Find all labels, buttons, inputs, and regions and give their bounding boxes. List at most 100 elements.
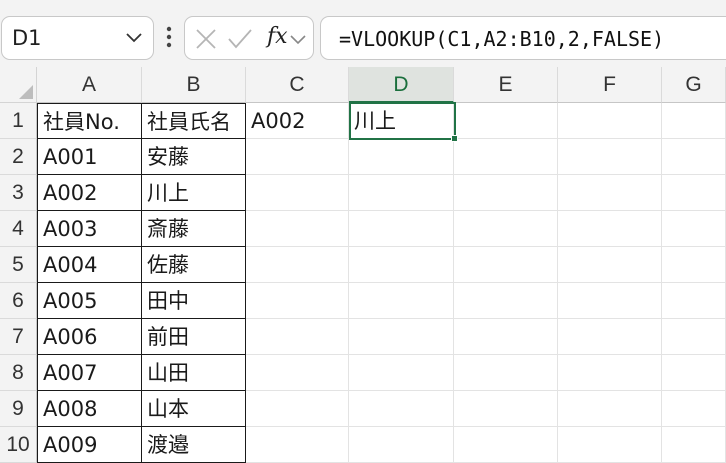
- cell-e1[interactable]: [454, 103, 558, 139]
- cell-a6[interactable]: A005: [37, 283, 142, 319]
- cell-b4[interactable]: 斎藤: [142, 211, 246, 247]
- formula-buttons: fx: [184, 16, 314, 60]
- cell-g5[interactable]: [662, 247, 726, 283]
- cell-d7[interactable]: [349, 319, 454, 355]
- cell-e10[interactable]: [454, 427, 558, 463]
- cell-d6[interactable]: [349, 283, 454, 319]
- column-header-f[interactable]: F: [558, 67, 662, 103]
- cell-a10[interactable]: A009: [37, 427, 142, 463]
- cell-e4[interactable]: [454, 211, 558, 247]
- cell-f2[interactable]: [558, 139, 662, 175]
- cell-e7[interactable]: [454, 319, 558, 355]
- row-header-6[interactable]: 6: [0, 283, 37, 319]
- cell-b2[interactable]: 安藤: [142, 139, 246, 175]
- cell-g10[interactable]: [662, 427, 726, 463]
- column-header-g[interactable]: G: [662, 67, 726, 103]
- cell-g3[interactable]: [662, 175, 726, 211]
- cell-g2[interactable]: [662, 139, 726, 175]
- cell-a2[interactable]: A001: [37, 139, 142, 175]
- cell-g1[interactable]: [662, 103, 726, 139]
- row-header-10[interactable]: 10: [0, 427, 37, 463]
- cell-a9[interactable]: A008: [37, 391, 142, 427]
- cell-d2[interactable]: [349, 139, 454, 175]
- cell-f1[interactable]: [558, 103, 662, 139]
- fill-handle[interactable]: [451, 135, 458, 142]
- cell-b9[interactable]: 山本: [142, 391, 246, 427]
- column-header-b[interactable]: B: [142, 67, 246, 103]
- name-box[interactable]: D1: [1, 16, 154, 60]
- cell-b8[interactable]: 山田: [142, 355, 246, 391]
- column-header-e[interactable]: E: [454, 67, 558, 103]
- cell-f8[interactable]: [558, 355, 662, 391]
- cell-d8[interactable]: [349, 355, 454, 391]
- cell-d10[interactable]: [349, 427, 454, 463]
- row-header-9[interactable]: 9: [0, 391, 37, 427]
- cell-a8[interactable]: A007: [37, 355, 142, 391]
- cell-c6[interactable]: [246, 283, 349, 319]
- cell-e3[interactable]: [454, 175, 558, 211]
- row-header-7[interactable]: 7: [0, 319, 37, 355]
- column-header-d[interactable]: D: [349, 67, 454, 103]
- cell-f3[interactable]: [558, 175, 662, 211]
- cell-e6[interactable]: [454, 283, 558, 319]
- cell-g9[interactable]: [662, 391, 726, 427]
- row-header-3[interactable]: 3: [0, 175, 37, 211]
- cell-b5[interactable]: 佐藤: [142, 247, 246, 283]
- cell-d3[interactable]: [349, 175, 454, 211]
- cell-d1[interactable]: 川上: [349, 103, 454, 139]
- cell-f4[interactable]: [558, 211, 662, 247]
- cell-d4[interactable]: [349, 211, 454, 247]
- cell-f9[interactable]: [558, 391, 662, 427]
- row-header-8[interactable]: 8: [0, 355, 37, 391]
- row-header-4[interactable]: 4: [0, 211, 37, 247]
- row-header-2[interactable]: 2: [0, 139, 37, 175]
- cell-a4[interactable]: A003: [37, 211, 142, 247]
- cell-b6[interactable]: 田中: [142, 283, 246, 319]
- cell-a3[interactable]: A002: [37, 175, 142, 211]
- cell-b10[interactable]: 渡邉: [142, 427, 246, 463]
- cell-c8[interactable]: [246, 355, 349, 391]
- insert-function-button[interactable]: fx: [267, 24, 288, 49]
- cell-e2[interactable]: [454, 139, 558, 175]
- cell-a7[interactable]: A006: [37, 319, 142, 355]
- select-all-corner[interactable]: [0, 67, 37, 103]
- cell-a5[interactable]: A004: [37, 247, 142, 283]
- enter-check-icon[interactable]: [227, 27, 253, 51]
- row-header-5[interactable]: 5: [0, 247, 37, 283]
- cell-c5[interactable]: [246, 247, 349, 283]
- cell-d5[interactable]: [349, 247, 454, 283]
- column-header-c[interactable]: C: [246, 67, 349, 103]
- cell-e9[interactable]: [454, 391, 558, 427]
- cell-c3[interactable]: [246, 175, 349, 211]
- cell-b3[interactable]: 川上: [142, 175, 246, 211]
- cell-g4[interactable]: [662, 211, 726, 247]
- chevron-down-icon[interactable]: [125, 30, 143, 44]
- name-box-value[interactable]: D1: [12, 26, 42, 50]
- cell-c10[interactable]: [246, 427, 349, 463]
- column-header-a[interactable]: A: [37, 67, 142, 103]
- cell-c2[interactable]: [246, 139, 349, 175]
- cell-c9[interactable]: [246, 391, 349, 427]
- cell-f6[interactable]: [558, 283, 662, 319]
- more-options-icon[interactable]: [161, 24, 177, 50]
- cell-b1[interactable]: 社員氏名: [142, 103, 246, 139]
- cancel-icon[interactable]: [193, 27, 219, 51]
- cell-c7[interactable]: [246, 319, 349, 355]
- formula-input[interactable]: =VLOOKUP(C1,A2:B10,2,FALSE): [320, 16, 726, 60]
- chevron-down-icon[interactable]: [289, 27, 307, 51]
- cell-f5[interactable]: [558, 247, 662, 283]
- cell-c1[interactable]: A002: [246, 103, 349, 139]
- cell-f10[interactable]: [558, 427, 662, 463]
- cell-g6[interactable]: [662, 283, 726, 319]
- cell-d9[interactable]: [349, 391, 454, 427]
- cell-g8[interactable]: [662, 355, 726, 391]
- row-header-1[interactable]: 1: [0, 103, 37, 139]
- cell-e8[interactable]: [454, 355, 558, 391]
- cell-e5[interactable]: [454, 247, 558, 283]
- formula-text[interactable]: =VLOOKUP(C1,A2:B10,2,FALSE): [339, 27, 664, 51]
- cell-b7[interactable]: 前田: [142, 319, 246, 355]
- cell-c4[interactable]: [246, 211, 349, 247]
- cell-f7[interactable]: [558, 319, 662, 355]
- cell-g7[interactable]: [662, 319, 726, 355]
- cell-a1[interactable]: 社員No.: [37, 103, 142, 139]
